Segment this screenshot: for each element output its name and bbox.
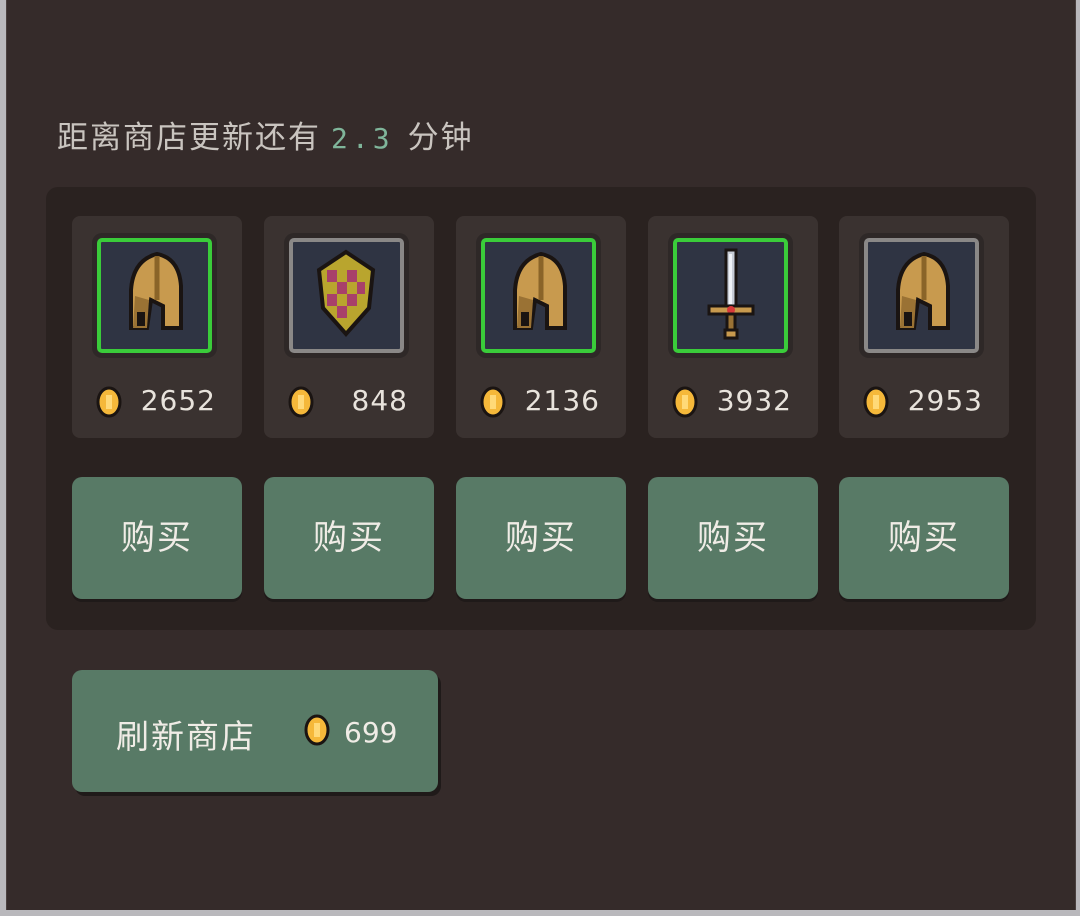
helmet-icon: [129, 251, 183, 330]
price-row: 2652: [72, 382, 242, 422]
shop-panel: 距离商店更新还有 2.3 分钟 2652 848 2136 3932 2953 …: [6, 0, 1076, 910]
buy-button[interactable]: 购买: [72, 477, 242, 599]
buy-button[interactable]: 购买: [456, 477, 626, 599]
item-price: 3932: [716, 384, 792, 417]
item-price: 848: [351, 384, 408, 417]
item-price: 2953: [907, 384, 983, 417]
coin-icon: [96, 386, 122, 418]
coin-icon: [480, 386, 506, 418]
timer-value: 2.3: [331, 122, 394, 155]
price-row: 2953: [839, 382, 1009, 422]
helmet-icon: [513, 251, 567, 330]
coin-icon: [672, 386, 698, 418]
coin-icon: [288, 386, 314, 418]
price-row: 2136: [456, 382, 626, 422]
timer-suffix: 分钟: [407, 120, 474, 156]
item-price: 2652: [140, 384, 216, 417]
item-card: 848: [264, 216, 434, 438]
price-row: 848: [264, 382, 434, 422]
item-slot[interactable]: [97, 238, 212, 353]
coin-icon: [863, 386, 889, 418]
refresh-shop-button[interactable]: 刷新商店 699: [72, 670, 438, 792]
buy-button[interactable]: 购买: [839, 477, 1009, 599]
shop-items-container: 2652 848 2136 3932 2953 购买 购买 购买 购买 购买: [46, 187, 1036, 630]
item-slot[interactable]: [481, 238, 596, 353]
buy-button[interactable]: 购买: [264, 477, 434, 599]
item-card: 2953: [839, 216, 1009, 438]
item-card: 2652: [72, 216, 242, 438]
refresh-cost: 699: [344, 716, 398, 749]
shield-icon: [316, 249, 376, 338]
item-card: 3932: [648, 216, 818, 438]
item-card: 2136: [456, 216, 626, 438]
buy-button[interactable]: 购买: [648, 477, 818, 599]
item-slot[interactable]: [673, 238, 788, 353]
item-price: 2136: [524, 384, 600, 417]
sword-icon: [707, 248, 755, 340]
refresh-timer: 距离商店更新还有 2.3 分钟: [57, 112, 474, 157]
item-slot[interactable]: [289, 238, 404, 353]
timer-prefix: 距离商店更新还有: [57, 120, 321, 156]
coin-icon: [304, 714, 330, 746]
helmet-icon: [896, 251, 950, 330]
item-slot[interactable]: [864, 238, 979, 353]
price-row: 3932: [648, 382, 818, 422]
refresh-shop-label: 刷新商店: [116, 717, 256, 756]
